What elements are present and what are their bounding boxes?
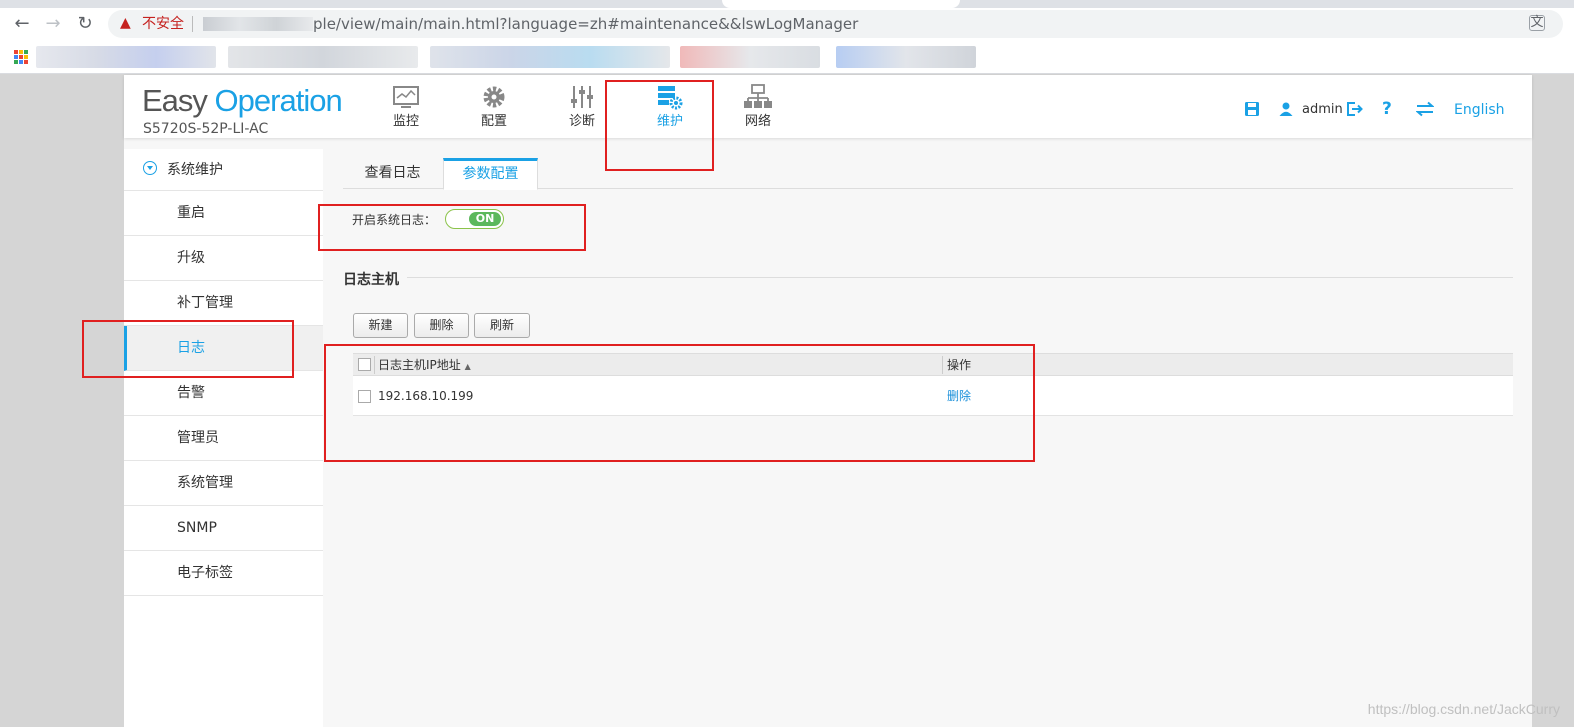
sidebar-item-upgrade[interactable]: 升级 [124,236,323,281]
nav-config[interactable]: 配置 [454,83,534,133]
highlight-box-log-host-table [324,344,1035,462]
address-separator [192,16,193,32]
device-model: S5720S-52P-LI-AC [143,121,269,137]
log-host-section-title: 日志主机 [343,272,399,288]
gear-icon [483,86,505,108]
sidebar: 系统维护 重启 升级 补丁管理 日志 告警 管理员 系统管理 SNMP 电子标签 [124,149,323,727]
sidebar-item-label: 电子标签 [177,565,233,581]
warning-icon: ▲ [120,15,131,31]
address-bar[interactable]: ▲ 不安全 ple/view/main/main.html?language=z… [108,10,1563,38]
refresh-button[interactable]: 刷新 [474,313,530,338]
nav-label: 网络 [744,114,771,129]
nav-monitor[interactable]: 监控 [366,83,446,133]
bookmark-blurred[interactable] [430,46,670,68]
nav-label: 配置 [480,114,507,129]
delete-button[interactable]: 删除 [414,313,469,338]
sidebar-item-label: 管理员 [177,430,219,446]
user-icon [1279,102,1293,116]
tab-parameter-config[interactable]: 参数配置 [443,158,538,190]
sidebar-item-snmp[interactable]: SNMP [124,506,323,551]
sidebar-item-label: 补丁管理 [177,295,233,311]
bookmark-blurred[interactable] [680,46,820,68]
back-arrow-icon[interactable]: ← [10,12,34,36]
bookmarks-bar [0,40,1574,74]
url-text[interactable]: ple/view/main/main.html?language=zh#main… [313,14,858,34]
sidebar-item-label: 告警 [177,385,205,401]
highlight-box-syslog-toggle [318,204,586,251]
header-actions: admin ? English [1244,99,1514,123]
insecure-label: 不安全 [142,16,184,32]
watermark: https://blog.csdn.net/JackCurry [1367,701,1560,717]
logo-operation-text: Operation [214,83,343,118]
bookmark-blurred[interactable] [36,46,216,68]
browser-tab[interactable] [722,0,960,8]
collapse-circle-icon [143,161,157,175]
url-host-blurred [203,17,313,31]
network-topology-icon [744,84,772,108]
sidebar-group-system-maintenance[interactable]: 系统维护 [124,149,323,191]
sidebar-item-label: SNMP [177,520,217,536]
forward-arrow-icon[interactable]: → [41,12,65,36]
highlight-box-log-item [82,320,294,378]
sidebar-item-label: 重启 [177,205,205,221]
bookmark-blurred[interactable] [836,46,976,68]
sidebar-item-system-management[interactable]: 系统管理 [124,461,323,506]
nav-label: 监控 [392,114,419,129]
nav-network[interactable]: 网络 [718,83,798,133]
logo-easy-text: Easy [142,83,208,118]
sidebar-item-reboot[interactable]: 重启 [124,191,323,236]
help-icon[interactable]: ? [1382,99,1392,119]
apps-grid-icon[interactable] [14,50,28,64]
sidebar-item-label: 系统管理 [177,475,233,491]
tab-view-logs[interactable]: 查看日志 [343,158,442,189]
username: admin [1302,102,1343,117]
reload-icon[interactable]: ↻ [73,12,97,36]
content-tabs: 查看日志 参数配置 [343,158,1513,190]
new-button[interactable]: 新建 [353,313,408,338]
browser-toolbar: ← → ↻ ▲ 不安全 ple/view/main/main.html?lang… [0,8,1574,40]
sliders-icon [571,86,593,108]
monitor-icon [393,86,419,108]
bookmark-blurred[interactable] [228,46,418,68]
highlight-box-maintain-nav [605,80,714,171]
language-link[interactable]: English [1454,101,1505,119]
switch-language-icon[interactable] [1416,101,1434,117]
sidebar-group-label: 系统维护 [167,162,223,178]
sidebar-item-label: 升级 [177,250,205,266]
logout-icon[interactable] [1346,101,1364,117]
translate-icon[interactable]: 文 [1529,15,1545,31]
save-icon[interactable] [1244,101,1260,117]
app-header: Easy Operation S5720S-52P-LI-AC 监控 配置 诊断… [124,75,1532,138]
easy-operation-logo: Easy Operation [142,83,343,119]
section-divider [407,277,1513,278]
sidebar-item-admin[interactable]: 管理员 [124,416,323,461]
sidebar-item-electronic-label[interactable]: 电子标签 [124,551,323,596]
